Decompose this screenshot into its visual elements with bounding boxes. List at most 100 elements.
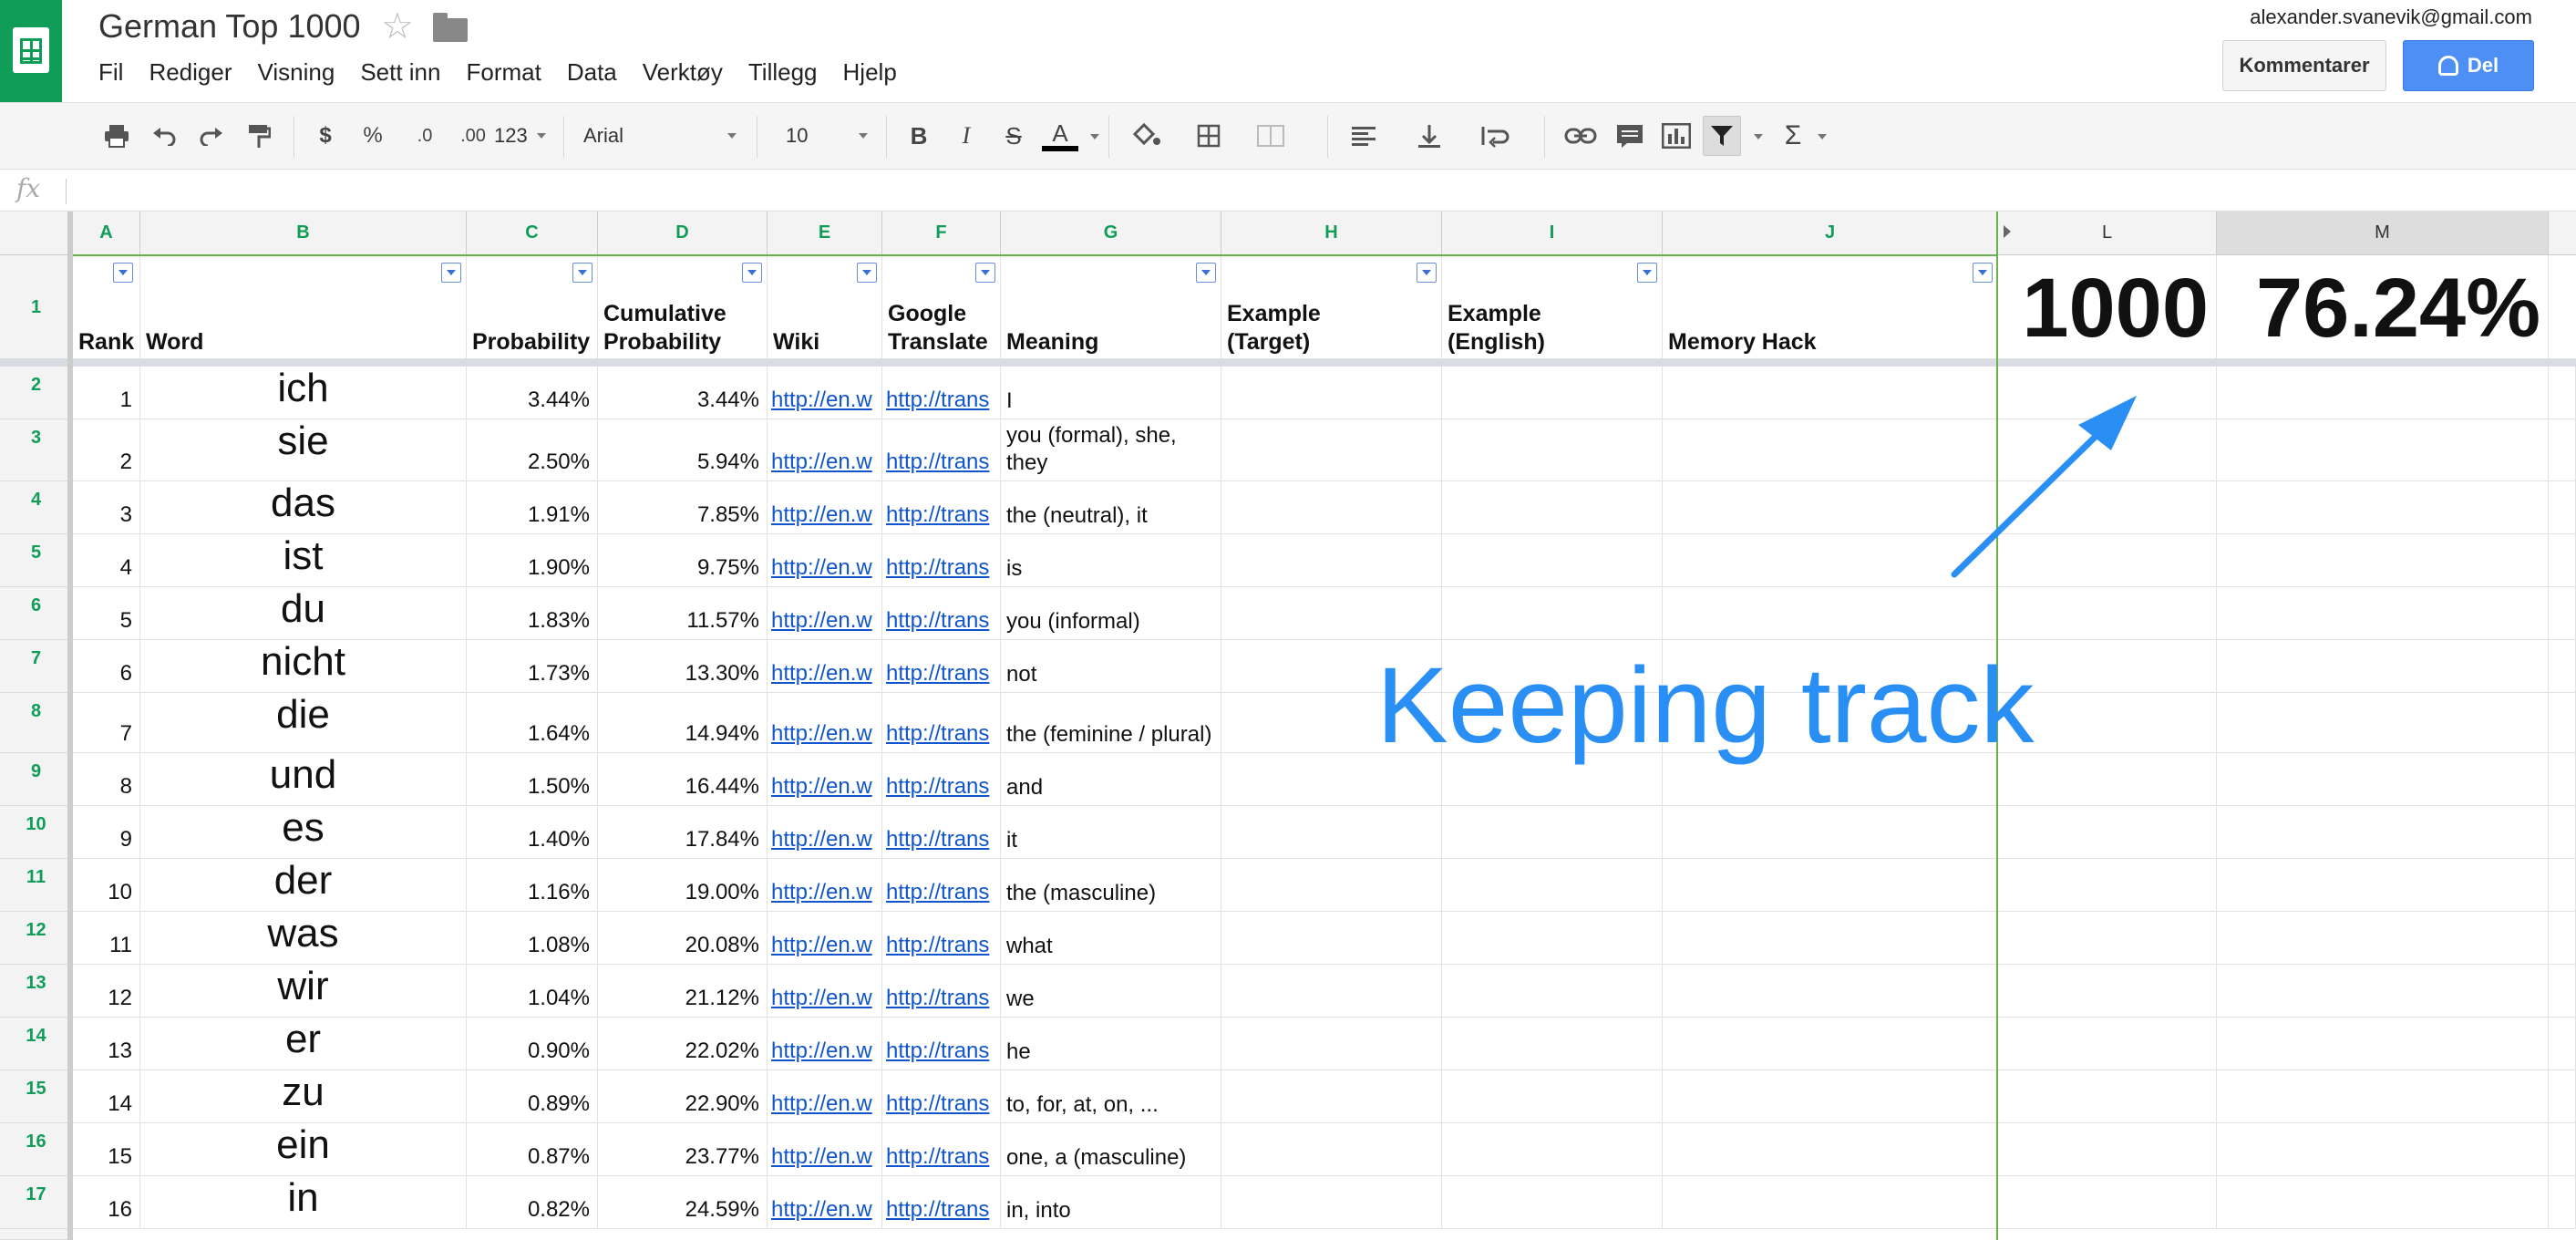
memory-hack-cell[interactable] <box>1663 965 1998 1018</box>
wiki-link-text[interactable]: http://en.w <box>771 1091 872 1117</box>
column-header-m[interactable]: M <box>2217 212 2549 255</box>
cell-l[interactable] <box>1998 912 2217 965</box>
filter-dropdown-icon[interactable] <box>1417 263 1437 283</box>
cell-m[interactable] <box>2217 965 2549 1018</box>
meaning-cell[interactable]: the (feminine / plural) <box>1001 693 1221 753</box>
cell-l[interactable] <box>1998 1123 2217 1176</box>
wiki-link[interactable]: http://en.w <box>768 481 882 534</box>
example-english-cell[interactable] <box>1442 1070 1663 1123</box>
merge-icon[interactable] <box>1252 116 1289 156</box>
menu-data[interactable]: Data <box>567 58 617 87</box>
more-formats-dropdown[interactable]: 123 <box>494 116 546 156</box>
word-cell[interactable]: ein <box>140 1123 467 1176</box>
word-cell[interactable]: in <box>140 1176 467 1229</box>
cell-n[interactable] <box>2549 481 2576 534</box>
cumulative-cell[interactable]: 9.75% <box>598 534 768 587</box>
example-english-cell[interactable] <box>1442 534 1663 587</box>
row-header-10[interactable]: 10 <box>0 806 73 859</box>
filter-dropdown-icon[interactable] <box>572 263 592 283</box>
frozen-row-divider[interactable] <box>0 359 2576 367</box>
wiki-link[interactable]: http://en.w <box>768 859 882 912</box>
percent-format-button[interactable]: % <box>357 116 388 156</box>
word-cell[interactable]: ist <box>140 534 467 587</box>
meaning-cell[interactable]: I <box>1001 367 1221 419</box>
cell-m[interactable] <box>2217 806 2549 859</box>
cell-n[interactable] <box>2549 587 2576 640</box>
rank-cell[interactable]: 12 <box>73 965 140 1018</box>
rank-cell[interactable]: 1 <box>73 367 140 419</box>
column-header-b[interactable]: B <box>140 212 467 255</box>
cell-n[interactable] <box>2549 534 2576 587</box>
header-cumulative[interactable]: Cumulative Probability <box>598 255 768 359</box>
meaning-cell[interactable]: in, into <box>1001 1176 1221 1229</box>
increase-decimal-button[interactable]: .00 <box>450 116 496 156</box>
header-word[interactable]: Word <box>140 255 467 359</box>
rank-cell[interactable]: 7 <box>73 693 140 753</box>
word-cell[interactable]: sie <box>140 419 467 481</box>
column-header-j[interactable]: J <box>1663 212 1998 255</box>
cell-n[interactable] <box>2549 419 2576 481</box>
row-header-16[interactable]: 16 <box>0 1123 73 1176</box>
cumulative-cell[interactable]: 23.77% <box>598 1123 768 1176</box>
header-example-target[interactable]: Example (Target) <box>1221 255 1442 359</box>
comment-icon[interactable] <box>1612 116 1648 156</box>
google-translate-link[interactable]: http://trans <box>882 753 1001 806</box>
memory-hack-cell[interactable] <box>1663 912 1998 965</box>
word-cell[interactable]: er <box>140 1018 467 1070</box>
wiki-link-text[interactable]: http://en.w <box>771 1197 872 1223</box>
wiki-link[interactable]: http://en.w <box>768 367 882 419</box>
meaning-cell[interactable]: to, for, at, on, ... <box>1001 1070 1221 1123</box>
cell-m1[interactable]: 76.24% <box>2217 255 2549 359</box>
google-translate-link[interactable]: http://trans <box>882 1070 1001 1123</box>
example-target-cell[interactable] <box>1221 1018 1442 1070</box>
decrease-decimal-button[interactable]: .0 <box>405 116 445 156</box>
header-probability[interactable]: Probability <box>467 255 598 359</box>
cell-n[interactable] <box>2549 753 2576 806</box>
cell-l1[interactable]: 1000 <box>1998 255 2217 359</box>
comments-button[interactable]: Kommentarer <box>2222 40 2386 91</box>
menu-edit[interactable]: Rediger <box>149 58 232 87</box>
cell-m[interactable] <box>2217 640 2549 693</box>
filter-dropdown-icon[interactable] <box>1637 263 1657 283</box>
cumulative-cell[interactable]: 21.12% <box>598 965 768 1018</box>
wiki-link[interactable]: http://en.w <box>768 965 882 1018</box>
rank-cell[interactable]: 10 <box>73 859 140 912</box>
borders-icon[interactable] <box>1190 116 1227 156</box>
cell-n[interactable] <box>2549 859 2576 912</box>
meaning-cell[interactable]: is <box>1001 534 1221 587</box>
rank-cell[interactable]: 4 <box>73 534 140 587</box>
cumulative-cell[interactable]: 19.00% <box>598 859 768 912</box>
menu-file[interactable]: Fil <box>98 58 123 87</box>
menu-view[interactable]: Visning <box>258 58 335 87</box>
cell-m[interactable] <box>2217 1123 2549 1176</box>
cell-n[interactable] <box>2549 806 2576 859</box>
cell-m[interactable] <box>2217 481 2549 534</box>
wiki-link-text[interactable]: http://en.w <box>771 450 872 475</box>
word-cell[interactable]: du <box>140 587 467 640</box>
link-icon[interactable] <box>1561 116 1601 156</box>
meaning-cell[interactable]: he <box>1001 1018 1221 1070</box>
google-translate-link-text[interactable]: http://trans <box>886 608 989 634</box>
text-color-button[interactable]: A <box>1039 116 1081 156</box>
google-translate-link-text[interactable]: http://trans <box>886 933 989 958</box>
filter-dropdown-icon[interactable] <box>113 263 133 283</box>
wiki-link[interactable]: http://en.w <box>768 806 882 859</box>
example-target-cell[interactable] <box>1221 806 1442 859</box>
example-english-cell[interactable] <box>1442 859 1663 912</box>
google-translate-link-text[interactable]: http://trans <box>886 827 989 852</box>
wiki-link[interactable]: http://en.w <box>768 419 882 481</box>
google-translate-link-text[interactable]: http://trans <box>886 450 989 475</box>
row-header-2[interactable]: 2 <box>0 367 73 419</box>
probability-cell[interactable]: 1.73% <box>467 640 598 693</box>
probability-cell[interactable]: 1.90% <box>467 534 598 587</box>
word-cell[interactable]: es <box>140 806 467 859</box>
font-size-dropdown[interactable]: 10 <box>786 116 868 156</box>
row-header-11[interactable]: 11 <box>0 859 73 912</box>
header-memory-hack[interactable]: Memory Hack <box>1663 255 1998 359</box>
example-target-cell[interactable] <box>1221 859 1442 912</box>
cumulative-cell[interactable]: 22.02% <box>598 1018 768 1070</box>
cell-m[interactable] <box>2217 1018 2549 1070</box>
filter-dropdown-icon[interactable] <box>1196 263 1216 283</box>
probability-cell[interactable]: 0.90% <box>467 1018 598 1070</box>
row-header-12[interactable]: 12 <box>0 912 73 965</box>
